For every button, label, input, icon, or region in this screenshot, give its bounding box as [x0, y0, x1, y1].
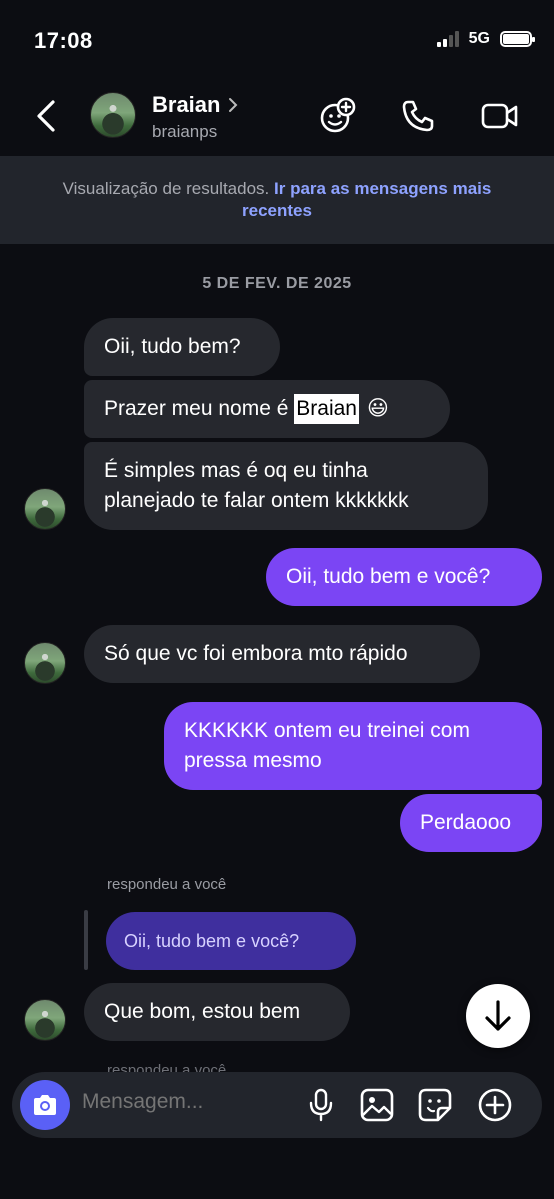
sticker-button[interactable] — [416, 1086, 454, 1124]
scroll-to-bottom-button[interactable] — [466, 984, 530, 1048]
date-separator: 5 DE FEV. DE 2025 — [202, 275, 352, 292]
plus-circle-icon — [478, 1088, 512, 1122]
reply-label: respondeu a você — [107, 1062, 227, 1072]
contact-username: braianps — [152, 122, 218, 141]
message-text: Prazer meu nome é — [104, 397, 295, 420]
message-composer — [12, 1072, 542, 1138]
message-sent[interactable]: KKKKKK ontem eu treinei com pressa mesmo — [164, 702, 542, 790]
camera-icon — [34, 1095, 56, 1115]
effects-button[interactable] — [318, 96, 358, 136]
status-time: 17:08 — [34, 28, 93, 53]
message-text-line: É simples mas é oq eu tinha — [104, 459, 368, 482]
message-text: Oii, tudo bem? — [104, 335, 241, 358]
sticker-icon — [418, 1088, 452, 1122]
message-sent[interactable]: Oii, tudo bem e você? — [266, 548, 542, 606]
message-received[interactable]: Oii, tudo bem? — [84, 318, 280, 376]
status-indicators: 5G — [436, 30, 535, 48]
banner-text: Visualização de resultados. — [62, 179, 270, 198]
video-camera-icon — [481, 103, 518, 129]
message-text: Só que vc foi embora mto rápido — [104, 642, 408, 665]
back-button[interactable] — [28, 94, 64, 138]
reply-indicator-bar — [84, 910, 88, 970]
chevron-right-icon — [229, 98, 238, 112]
reply-quote-text: Oii, tudo bem e você? — [124, 930, 300, 951]
status-bar: 17:08 5G — [0, 0, 554, 80]
contact-name-button[interactable]: Braian — [152, 92, 238, 118]
go-to-recent-link[interactable]: Ir para as mensagens mais recentes — [242, 179, 491, 220]
reply-label: respondeu a você — [107, 876, 227, 893]
microphone-icon — [309, 1088, 333, 1122]
message-sent[interactable]: Perdaooo — [400, 794, 542, 852]
search-results-banner: Visualização de resultados. Ir para as m… — [0, 156, 554, 244]
network-label: 5G — [468, 30, 490, 47]
message-text-line: planejado te falar ontem kkkkkkk — [104, 489, 409, 512]
battery-icon — [500, 31, 535, 47]
signal-icon — [436, 31, 459, 47]
phone-icon — [402, 100, 434, 132]
sender-avatar[interactable] — [24, 488, 66, 530]
video-call-button[interactable] — [480, 96, 520, 136]
contact-avatar[interactable] — [90, 92, 136, 138]
message-text: Oii, tudo bem e você? — [286, 565, 491, 588]
sender-avatar[interactable] — [24, 999, 66, 1041]
voice-message-button[interactable] — [302, 1086, 340, 1124]
message-text-line: KKKKKK ontem eu treinei com — [184, 719, 470, 742]
contact-name: Braian — [152, 92, 221, 117]
arrow-down-icon — [485, 1000, 511, 1031]
message-received[interactable]: Prazer meu nome é Braian 😃 — [84, 380, 450, 438]
message-received[interactable]: Que bom, estou bem — [84, 983, 350, 1041]
emoji: 😃 — [366, 397, 389, 420]
message-received[interactable]: É simples mas é oq eu tinha planejado te… — [84, 442, 488, 530]
camera-button[interactable] — [20, 1080, 70, 1130]
chat-header: Braian braianps — [0, 80, 554, 156]
call-button[interactable] — [398, 96, 438, 136]
message-text-line: pressa mesmo — [184, 749, 322, 772]
message-text: Que bom, estou bem — [104, 1000, 301, 1023]
message-input[interactable] — [82, 1090, 282, 1114]
chevron-left-icon — [37, 100, 55, 132]
reply-quote-bubble[interactable]: Oii, tudo bem e você? — [106, 912, 356, 970]
message-received[interactable]: Só que vc foi embora mto rápido — [84, 625, 480, 683]
message-text: Perdaooo — [420, 811, 512, 834]
more-options-button[interactable] — [476, 1086, 514, 1124]
sticker-add-icon — [320, 97, 356, 133]
search-highlight: Braian — [294, 394, 359, 424]
image-icon — [360, 1088, 394, 1122]
gallery-button[interactable] — [358, 1086, 396, 1124]
sender-avatar[interactable] — [24, 642, 66, 684]
